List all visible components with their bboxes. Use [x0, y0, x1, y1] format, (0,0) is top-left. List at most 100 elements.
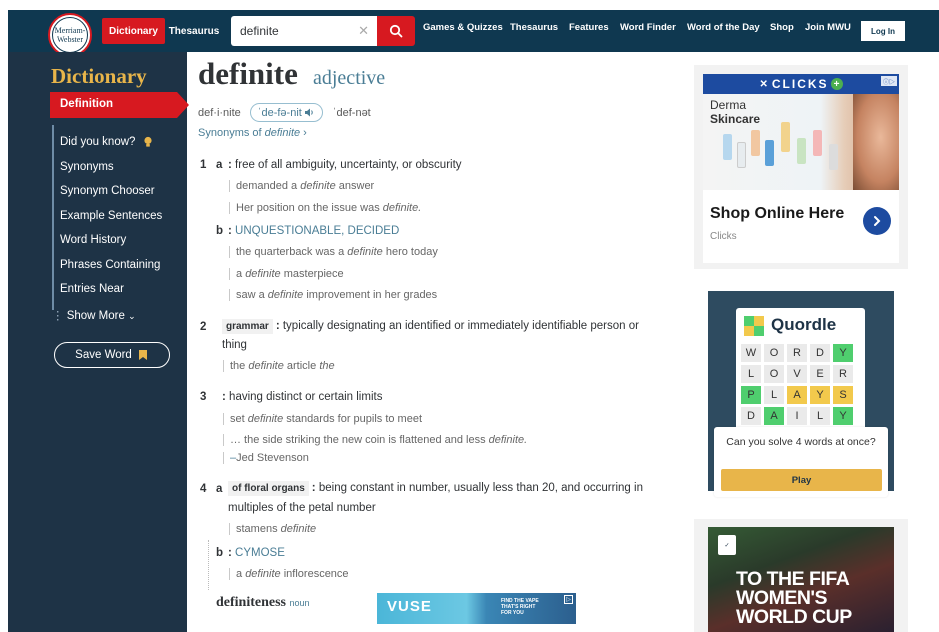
example-text: stamens	[236, 523, 281, 535]
example-word: definite	[347, 246, 383, 258]
merriam-webster-logo[interactable]: Merriam- Webster	[48, 13, 92, 57]
sense-label: of floral organs	[228, 481, 309, 496]
synonyms-link[interactable]: Synonyms of definite ›	[198, 127, 307, 139]
logo-line-1: Merriam-	[54, 26, 86, 35]
search-icon	[389, 24, 403, 38]
sidebar-item-synonyms[interactable]: Synonyms	[60, 161, 114, 173]
definition-text-continued: thing	[222, 339, 247, 351]
quordle-cell: V	[787, 365, 807, 383]
quordle-play-button[interactable]: Play	[721, 469, 882, 491]
show-more-toggle[interactable]: ⋮ Show More ⌄	[52, 308, 136, 322]
example-text: set	[230, 413, 248, 425]
run-on-part-of-speech: noun	[289, 598, 310, 608]
sidebar-item-synonym-chooser[interactable]: Synonym Chooser	[60, 185, 155, 197]
clicks-ad-source: Clicks	[710, 231, 737, 242]
product-bottle-icon	[723, 134, 732, 160]
example-word: definite	[267, 289, 304, 301]
product-bottle-icon	[813, 130, 822, 156]
quordle-cell: S	[833, 386, 853, 404]
quordle-grid: W O R D Y L O V E R P L A Y S D A I L Y	[741, 344, 853, 425]
synonyms-link-word: definite	[264, 127, 301, 139]
sense-number: 3	[200, 391, 207, 403]
nav-word-of-the-day[interactable]: Word of the Day	[687, 22, 760, 33]
sense-label: grammar	[222, 319, 273, 334]
fifa-ad[interactable]: ✓ TO THE FIFA WOMEN'S WORLD CUP	[694, 519, 908, 632]
sense-number: 4	[200, 483, 207, 495]
fifa-badge-icon: ✓	[718, 535, 736, 555]
definition-text: : CYMOSE	[228, 547, 285, 559]
sidebar: Dictionary Definition Did you know? Syno…	[8, 52, 189, 632]
example-word: definite	[280, 523, 317, 535]
quordle-cell: A	[764, 407, 784, 425]
nav-join-mwu[interactable]: Join MWU	[805, 22, 851, 33]
save-word-button[interactable]: Save Word	[54, 342, 170, 368]
search-button[interactable]	[377, 16, 415, 46]
ad-info-icon[interactable]: ⓘ▷	[881, 76, 897, 86]
example-sentence: saw a definite improvement in her grades	[229, 289, 437, 301]
nav-thesaurus[interactable]: Thesaurus	[510, 22, 558, 33]
sidebar-item-definition[interactable]: Definition	[50, 92, 189, 118]
definition-text-value: being constant in number, usually less t…	[318, 482, 643, 494]
example-text: a	[236, 268, 246, 280]
example-sentence: stamens definite	[229, 523, 316, 535]
skincare-label: Skincare	[710, 112, 761, 126]
tab-dictionary[interactable]: Dictionary	[102, 18, 165, 44]
tab-thesaurus[interactable]: Thesaurus	[166, 18, 222, 44]
credit-author: Jed Stevenson	[236, 452, 309, 464]
quordle-card: Quordle W O R D Y L O V E R P L A Y S D …	[736, 308, 865, 433]
speaker-icon	[304, 108, 313, 117]
login-button[interactable]: Log In	[861, 21, 905, 41]
quordle-cell: D	[741, 407, 761, 425]
sidebar-item-did-you-know[interactable]: Did you know?	[60, 136, 153, 148]
sense-letter: b	[216, 225, 224, 237]
definition-text: grammar: typically designating an identi…	[222, 319, 639, 334]
clicks-ad[interactable]: ✕ CLICKS + ⓘ▷ Derma Skincare Shop Online…	[694, 65, 908, 269]
quordle-cell: W	[741, 344, 761, 362]
sidebar-item-phrases-containing[interactable]: Phrases Containing	[60, 259, 160, 271]
vuse-banner-ad[interactable]: VUSE FIND THE VAPE THAT'S RIGHT FOR YOU …	[377, 593, 576, 624]
example-sentence: set definite standards for pupils to mee…	[223, 413, 422, 425]
quordle-cell: I	[787, 407, 807, 425]
cross-reference-link[interactable]: UNQUESTIONABLE, DECIDED	[235, 225, 399, 237]
plus-icon: +	[830, 78, 843, 90]
sidebar-item-word-history[interactable]: Word History	[60, 234, 126, 246]
logo-text: Merriam- Webster	[52, 17, 88, 53]
quordle-title: Quordle	[771, 315, 837, 334]
example-text: article	[283, 360, 320, 372]
cross-reference-link[interactable]: CYMOSE	[235, 547, 285, 559]
part-of-speech[interactable]: adjective	[313, 67, 385, 90]
clicks-ad-title[interactable]: Shop Online Here	[710, 205, 844, 223]
product-bottle-icon	[829, 144, 838, 170]
sense-number: 2	[200, 321, 207, 333]
vuse-tagline-line: FOR YOU	[501, 610, 524, 616]
logo-line-2: Webster	[56, 35, 83, 44]
quordle-cell: O	[764, 344, 784, 362]
save-word-label: Save Word	[75, 349, 132, 361]
kebab-icon: ⋮	[52, 310, 64, 322]
sidebar-item-example-sentences[interactable]: Example Sentences	[60, 210, 162, 222]
clear-search-icon[interactable]: ✕	[358, 23, 369, 39]
nav-word-finder[interactable]: Word Finder	[620, 22, 676, 33]
chevron-down-icon: ⌄	[128, 311, 136, 321]
nav-shop[interactable]: Shop	[770, 22, 794, 33]
fifa-headline: TO THE FIFA WOMEN'S WORLD CUP	[736, 569, 852, 627]
ad-choices-icon[interactable]: ▷	[564, 595, 573, 604]
clicks-ad-cta-button[interactable]	[863, 207, 891, 235]
pronunciation-audio-button[interactable]: ˈde-fə-nit	[249, 103, 323, 122]
derma-label: Derma	[710, 98, 747, 112]
sidebar-item-label: Did you know?	[60, 136, 136, 149]
search-box: ✕	[231, 16, 377, 46]
quordle-cell: R	[833, 365, 853, 383]
example-word: definite	[245, 268, 281, 280]
definition-text: : UNQUESTIONABLE, DECIDED	[228, 225, 400, 237]
pronunciation-text: ˈde-fə-nit	[257, 106, 302, 119]
lightbulb-icon	[144, 136, 152, 147]
quordle-cell: L	[764, 386, 784, 404]
example-text: the	[230, 360, 249, 372]
vuse-tagline: FIND THE VAPE THAT'S RIGHT FOR YOU	[501, 598, 539, 616]
sense-letter: a	[216, 483, 223, 495]
nav-games-quizzes[interactable]: Games & Quizzes	[423, 22, 503, 33]
search-input[interactable]	[231, 17, 349, 45]
nav-features[interactable]: Features	[569, 22, 609, 33]
sidebar-item-entries-near[interactable]: Entries Near	[60, 283, 124, 295]
